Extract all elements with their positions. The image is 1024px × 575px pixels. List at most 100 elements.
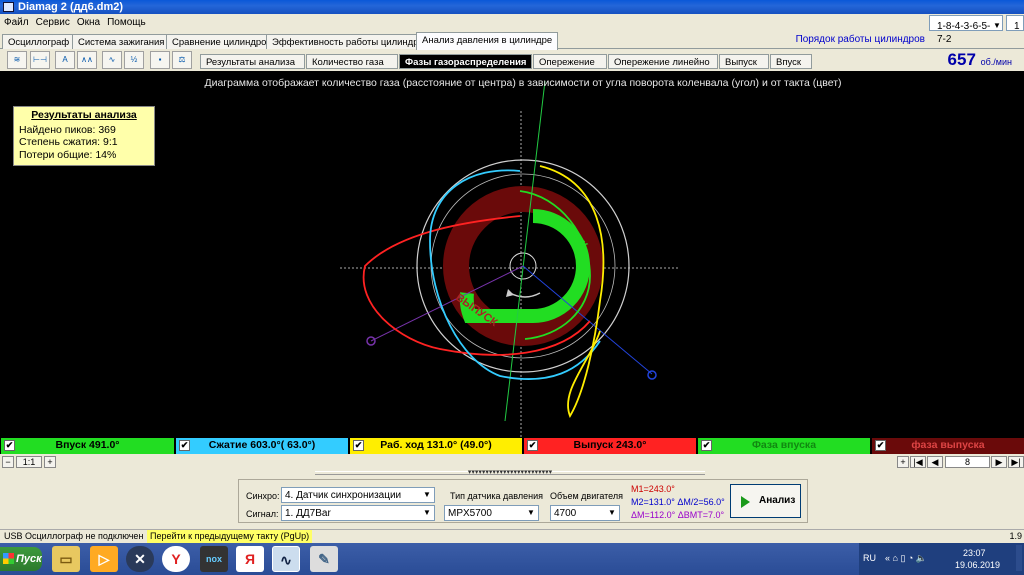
subtab-advance[interactable]: Опережение: [533, 54, 607, 69]
subtab-valve-timing[interactable]: Фазы газораспределения: [399, 54, 532, 69]
checkbox-compression[interactable]: ✔: [179, 440, 190, 451]
stroke-legend: ✔ Впуск 491.0° ✔ Сжатие 603.0°( 63.0°) ✔ Ра…: [0, 437, 1024, 454]
sync-label: Синхро:: [246, 491, 280, 501]
subtab-intake[interactable]: Впуск: [770, 54, 812, 69]
media-icon[interactable]: ▷: [90, 546, 118, 572]
paint-icon[interactable]: ✎: [310, 546, 338, 572]
rpm-value: 657: [947, 50, 976, 69]
tab-pressure-analysis[interactable]: Анализ давления в цилиндре: [416, 32, 559, 50]
window-title: Diamag 2 (дд6.dm2): [18, 1, 124, 13]
splitter-grip[interactable]: ▾▾▾▾▾▾▾▾▾▾▾▾▾▾▾▾▾▾▾▾▾▾▾▾: [315, 469, 705, 476]
checkbox-intake[interactable]: ✔: [4, 440, 15, 451]
legend-intake-phase[interactable]: ✔ Фаза впуска: [698, 438, 870, 454]
navigation-bar: − 1:1 + + |◀ ◀ 8 ▶ ▶|: [0, 455, 1024, 469]
engine-volume-select[interactable]: 4700 ▼: [550, 505, 620, 521]
analyze-button-label: Анализ: [759, 495, 796, 506]
status-bar: USB Осциллограф не подключен Перейти к п…: [0, 529, 1024, 543]
start-button[interactable]: Пуск: [0, 547, 42, 571]
sensor-type-select[interactable]: MPX5700 ▼: [444, 505, 539, 521]
yandex-icon[interactable]: Я: [236, 546, 264, 572]
checkbox-exhaust[interactable]: ✔: [527, 440, 538, 451]
status-usb: USB Осциллограф не подключен: [4, 531, 144, 541]
legend-compression-label: Сжатие 603.0°( 63.0°): [208, 439, 316, 451]
page-number[interactable]: 8: [945, 456, 990, 468]
tab-cylinder-efficiency[interactable]: Эффективность работы цилиндров: [266, 34, 435, 49]
status-hint: Перейти к предыдущему такту (PgUp): [147, 530, 313, 543]
scale-icon[interactable]: ⚖: [172, 51, 192, 69]
subtab-gas-amount[interactable]: Количество газа: [306, 54, 398, 69]
menu-file[interactable]: Файл: [0, 14, 32, 28]
legend-intake[interactable]: ✔ Впуск 491.0°: [1, 438, 174, 454]
clock-date: 19.06.2019: [955, 560, 1001, 570]
checkbox-intake-phase[interactable]: ✔: [701, 440, 712, 451]
subtab-results[interactable]: Результаты анализа: [200, 54, 305, 69]
legend-compression[interactable]: ✔ Сжатие 603.0°( 63.0°): [176, 438, 348, 454]
extra-select[interactable]: 1: [1006, 15, 1024, 32]
legend-power[interactable]: ✔ Раб. ход 131.0° (49.0°): [350, 438, 522, 454]
tab-ignition[interactable]: Система зажигания: [72, 34, 171, 49]
main-tabs: Осциллограф Система зажигания Сравнение …: [0, 32, 1024, 50]
signal-select[interactable]: 1. ДД7Bar ▼: [281, 505, 435, 521]
chevron-down-icon: ▼: [993, 21, 1001, 30]
diagram-caption: Диаграмма отображает количество газа (ра…: [204, 77, 842, 89]
nox-icon[interactable]: nox: [200, 546, 228, 572]
sync-select[interactable]: 4. Датчик синхронизации ▼: [281, 487, 435, 503]
zoom-out-icon[interactable]: −: [2, 456, 14, 468]
signal-select-value: 1. ДД7Bar: [285, 508, 331, 519]
tab-cylinder-compare[interactable]: Сравнение цилиндров: [166, 34, 278, 49]
legend-intake-phase-label: Фаза впуска: [751, 439, 817, 451]
results-heading: Результаты анализа: [31, 109, 137, 121]
controls-panel: Синхро: 4. Датчик синхронизации ▼ Сигнал:…: [238, 479, 808, 523]
yandex-browser-icon[interactable]: Y: [162, 546, 190, 572]
play-icon: [741, 496, 750, 508]
legend-exhaust-phase[interactable]: ✔ фаза выпуска: [872, 438, 1024, 454]
legend-exhaust-phase-label: фаза выпуска: [911, 439, 985, 451]
next-page-icon[interactable]: ▶: [991, 456, 1007, 468]
alg-icon[interactable]: ½: [124, 51, 144, 69]
diamag-icon[interactable]: ∿: [272, 546, 300, 572]
last-page-icon[interactable]: ▶|: [1008, 456, 1024, 468]
start-label: Пуск: [16, 553, 42, 565]
legend-exhaust[interactable]: ✔ Выпуск 243.0°: [524, 438, 696, 454]
curve-icon[interactable]: ∿: [102, 51, 122, 69]
menu-windows[interactable]: Окна: [73, 14, 103, 28]
rotation-arrow: [509, 292, 541, 298]
zoom-level[interactable]: 1:1: [16, 456, 42, 468]
clock-time[interactable]: 23:07: [963, 548, 986, 558]
prev-page-icon[interactable]: ◀: [927, 456, 943, 468]
filter-icon[interactable]: ∧∧: [77, 51, 97, 69]
tab-oscilloscope[interactable]: Осциллограф: [2, 34, 76, 49]
rotation-arrowhead: [506, 289, 514, 297]
toolbar: ≋ ⊢⊣ A ∧∧ ∿ ½ ▪ ⚖ Результаты анализа Кол…: [0, 50, 1024, 70]
time-icon[interactable]: ⊢⊣: [30, 51, 50, 69]
first-page-icon[interactable]: |◀: [910, 456, 926, 468]
menu-help[interactable]: Помощь: [103, 14, 149, 28]
checkbox-exhaust-phase[interactable]: ✔: [875, 440, 886, 451]
zoom-in-icon[interactable]: +: [44, 456, 56, 468]
checkbox-power[interactable]: ✔: [353, 440, 364, 451]
app-icon: [3, 2, 14, 12]
xenon-icon[interactable]: ✕: [126, 546, 154, 572]
tray-icons[interactable]: « ⌂ ▯ ◔ 🔈: [885, 553, 927, 564]
folder-icon[interactable]: ▭: [52, 546, 80, 572]
chevron-down-icon: ▼: [423, 508, 431, 517]
layers-icon[interactable]: ≋: [7, 51, 27, 69]
subtab-advance-linear[interactable]: Опережение линейно: [608, 54, 718, 69]
cylinder-order-select[interactable]: 1-8-4-3-6-5-7-2 ▼: [929, 15, 1003, 45]
subtab-exhaust[interactable]: Выпуск: [719, 54, 769, 69]
show-desktop-button[interactable]: [1016, 545, 1022, 571]
menu-service[interactable]: Сервис: [32, 14, 73, 28]
legend-intake-label: Впуск 491.0°: [55, 439, 120, 451]
diagram-area[interactable]: ВПУСК ВЫПУСК Диаграмма отображает количе…: [0, 71, 1024, 437]
splitter[interactable]: ▾▾▾▾▾▾▾▾▾▾▾▾▾▾▾▾▾▾▾▾▾▾▾▾: [0, 469, 1024, 477]
sensor-type-value: MPX5700: [448, 508, 492, 519]
add-icon[interactable]: +: [897, 456, 909, 468]
marker-m2[interactable]: [647, 370, 657, 380]
save-icon[interactable]: ▪: [150, 51, 170, 69]
analyze-button[interactable]: Анализ: [730, 484, 801, 518]
rpm-readout: 657 об./мин: [948, 50, 1012, 70]
legend-exhaust-label: Выпуск 243.0°: [573, 439, 647, 451]
auto-icon[interactable]: A: [55, 51, 75, 69]
intake-marker-line: [504, 80, 546, 422]
language-indicator[interactable]: RU: [863, 553, 876, 563]
